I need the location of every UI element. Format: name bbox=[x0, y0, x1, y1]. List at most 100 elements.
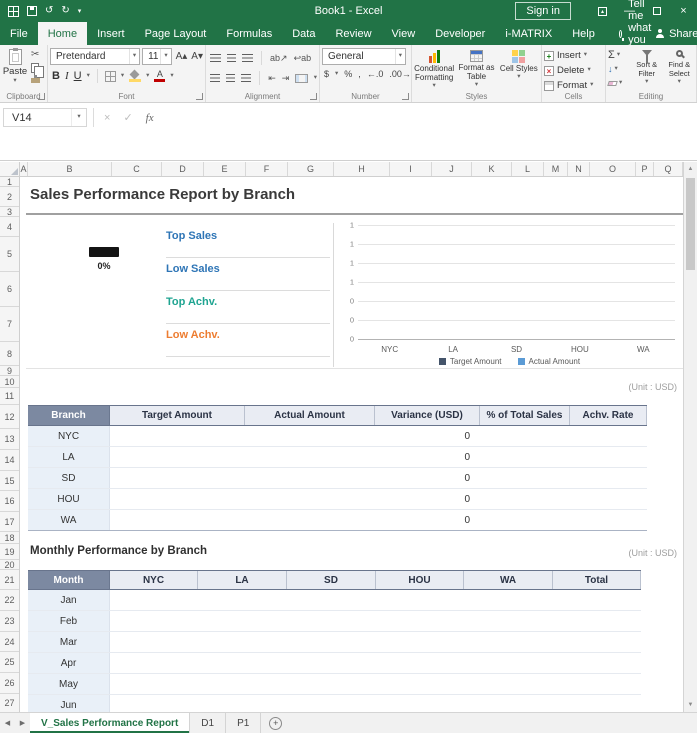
variance-cell[interactable]: 0 bbox=[375, 489, 480, 509]
merge-center-caret-icon[interactable]: ▾ bbox=[314, 75, 317, 82]
borders-caret-icon[interactable]: ▾ bbox=[121, 73, 124, 80]
middle-align-icon[interactable] bbox=[227, 54, 236, 62]
wa-header-cell[interactable]: WA bbox=[464, 571, 553, 589]
font-color-caret-icon[interactable]: ▾ bbox=[170, 73, 173, 80]
ribbon-tab[interactable]: Data bbox=[282, 22, 325, 45]
row-header-17[interactable]: 17 bbox=[0, 512, 19, 532]
sheet-content[interactable]: Sales Performance Report by Branch 0% To… bbox=[20, 177, 683, 712]
nyc-cell[interactable] bbox=[110, 632, 198, 652]
column-header-K[interactable]: K bbox=[472, 162, 512, 176]
la-cell[interactable] bbox=[198, 653, 287, 673]
variance-cell[interactable]: 0 bbox=[375, 468, 480, 488]
la-cell[interactable] bbox=[198, 590, 287, 610]
hou-cell[interactable] bbox=[376, 695, 464, 712]
increase-decimal-icon[interactable]: ←.0 bbox=[367, 69, 384, 79]
customize-qat-caret-icon[interactable]: ▾ bbox=[78, 7, 82, 15]
nyc-cell[interactable] bbox=[110, 695, 198, 712]
paste-button[interactable]: Paste ▾ bbox=[2, 48, 28, 90]
row-header-26[interactable]: 26 bbox=[0, 673, 19, 694]
row-header-24[interactable]: 24 bbox=[0, 632, 19, 652]
scroll-down-icon[interactable]: ▼ bbox=[684, 698, 697, 712]
month-header-cell[interactable]: Month bbox=[28, 571, 110, 589]
total-cell[interactable] bbox=[553, 632, 641, 652]
sd-cell[interactable] bbox=[287, 695, 376, 712]
column-header-J[interactable]: J bbox=[432, 162, 472, 176]
kpi-chart[interactable]: 0% bbox=[72, 247, 136, 271]
column-header-I[interactable]: I bbox=[390, 162, 432, 176]
restore-button[interactable] bbox=[643, 0, 670, 22]
align-left-icon[interactable] bbox=[210, 74, 220, 82]
la-cell[interactable] bbox=[198, 674, 287, 694]
actual-cell[interactable] bbox=[245, 489, 375, 509]
copy-icon[interactable] bbox=[31, 63, 39, 73]
nyc-cell[interactable] bbox=[110, 590, 198, 610]
row-header-14[interactable]: 14 bbox=[0, 450, 19, 471]
column-header-E[interactable]: E bbox=[204, 162, 246, 176]
target-header-cell[interactable]: Target Amount bbox=[110, 406, 245, 425]
fill-button[interactable]: ↓ ▾ bbox=[608, 63, 629, 75]
fill-color-caret-icon[interactable]: ▾ bbox=[146, 73, 149, 80]
target-cell[interactable] bbox=[110, 426, 245, 446]
row-header-22[interactable]: 22 bbox=[0, 590, 19, 611]
la-cell[interactable] bbox=[198, 611, 287, 631]
pct-cell[interactable] bbox=[480, 447, 570, 467]
enter-icon[interactable]: ✓ bbox=[123, 111, 132, 124]
achv-cell[interactable] bbox=[570, 468, 647, 488]
la-cell[interactable] bbox=[198, 695, 287, 712]
total-cell[interactable] bbox=[553, 611, 641, 631]
hou-cell[interactable] bbox=[376, 653, 464, 673]
month-cell[interactable]: Mar bbox=[28, 632, 110, 652]
top-align-icon[interactable] bbox=[210, 54, 221, 62]
ribbon-tab[interactable]: View bbox=[382, 22, 426, 45]
ribbon-tab[interactable]: File bbox=[0, 22, 38, 45]
actual-header-cell[interactable]: Actual Amount bbox=[245, 406, 375, 425]
row-header-5[interactable]: 5 bbox=[0, 237, 19, 272]
actual-cell[interactable] bbox=[245, 447, 375, 467]
insert-function-icon[interactable]: fx bbox=[146, 112, 154, 124]
row-header-12[interactable]: 12 bbox=[0, 405, 19, 429]
font-color-icon[interactable]: A bbox=[154, 70, 165, 82]
clipboard-dialog-launcher-icon[interactable] bbox=[38, 93, 45, 100]
row-header-8[interactable]: 8 bbox=[0, 342, 19, 366]
branch-cell[interactable]: WA bbox=[28, 510, 110, 530]
cut-icon[interactable]: ✂ bbox=[31, 50, 40, 60]
pct-cell[interactable] bbox=[480, 489, 570, 509]
wa-cell[interactable] bbox=[464, 653, 553, 673]
new-sheet-button[interactable]: + bbox=[269, 717, 282, 730]
column-header-Q[interactable]: Q bbox=[654, 162, 683, 176]
ribbon-tab[interactable]: Home bbox=[38, 22, 87, 45]
formula-input[interactable] bbox=[168, 108, 693, 127]
achv-cell[interactable] bbox=[570, 489, 647, 509]
nyc-cell[interactable] bbox=[110, 611, 198, 631]
undo-icon[interactable]: ↺ bbox=[45, 6, 53, 16]
fill-color-icon[interactable] bbox=[129, 70, 141, 82]
target-cell[interactable] bbox=[110, 468, 245, 488]
minimize-button[interactable]: — bbox=[616, 0, 643, 22]
merge-center-icon[interactable] bbox=[295, 74, 307, 83]
branch-header-cell[interactable]: Branch bbox=[28, 406, 110, 425]
font-name-select[interactable]: Pretendard ▾ bbox=[50, 48, 140, 65]
branch-cell[interactable]: SD bbox=[28, 468, 110, 488]
row-header-13[interactable]: 13 bbox=[0, 429, 19, 450]
column-header-M[interactable]: M bbox=[544, 162, 568, 176]
ribbon-display-options-button[interactable]: ▴ bbox=[589, 0, 616, 22]
conditional-formatting-button[interactable]: Conditional Formatting ▾ bbox=[414, 48, 454, 90]
target-cell[interactable] bbox=[110, 510, 245, 530]
achv-cell[interactable] bbox=[570, 426, 647, 446]
wa-cell[interactable] bbox=[464, 632, 553, 652]
la-header-cell[interactable]: LA bbox=[198, 571, 287, 589]
excel-app-icon[interactable] bbox=[8, 6, 19, 17]
row-header-25[interactable]: 25 bbox=[0, 652, 19, 673]
hou-cell[interactable] bbox=[376, 611, 464, 631]
font-size-select[interactable]: 11 ▾ bbox=[142, 48, 171, 65]
bold-button[interactable]: B bbox=[52, 70, 60, 82]
row-header-20[interactable]: 20 bbox=[0, 560, 19, 570]
vertical-scrollbar-thumb[interactable] bbox=[686, 178, 695, 270]
ribbon-tab[interactable]: Help bbox=[562, 22, 605, 45]
select-all-corner[interactable] bbox=[0, 162, 20, 177]
variance-header-cell[interactable]: Variance (USD) bbox=[375, 406, 480, 425]
column-header-A[interactable]: A bbox=[20, 162, 28, 176]
center-icon[interactable] bbox=[226, 74, 235, 82]
decrease-decimal-icon[interactable]: .00→ bbox=[389, 69, 411, 79]
hou-header-cell[interactable]: HOU bbox=[376, 571, 464, 589]
